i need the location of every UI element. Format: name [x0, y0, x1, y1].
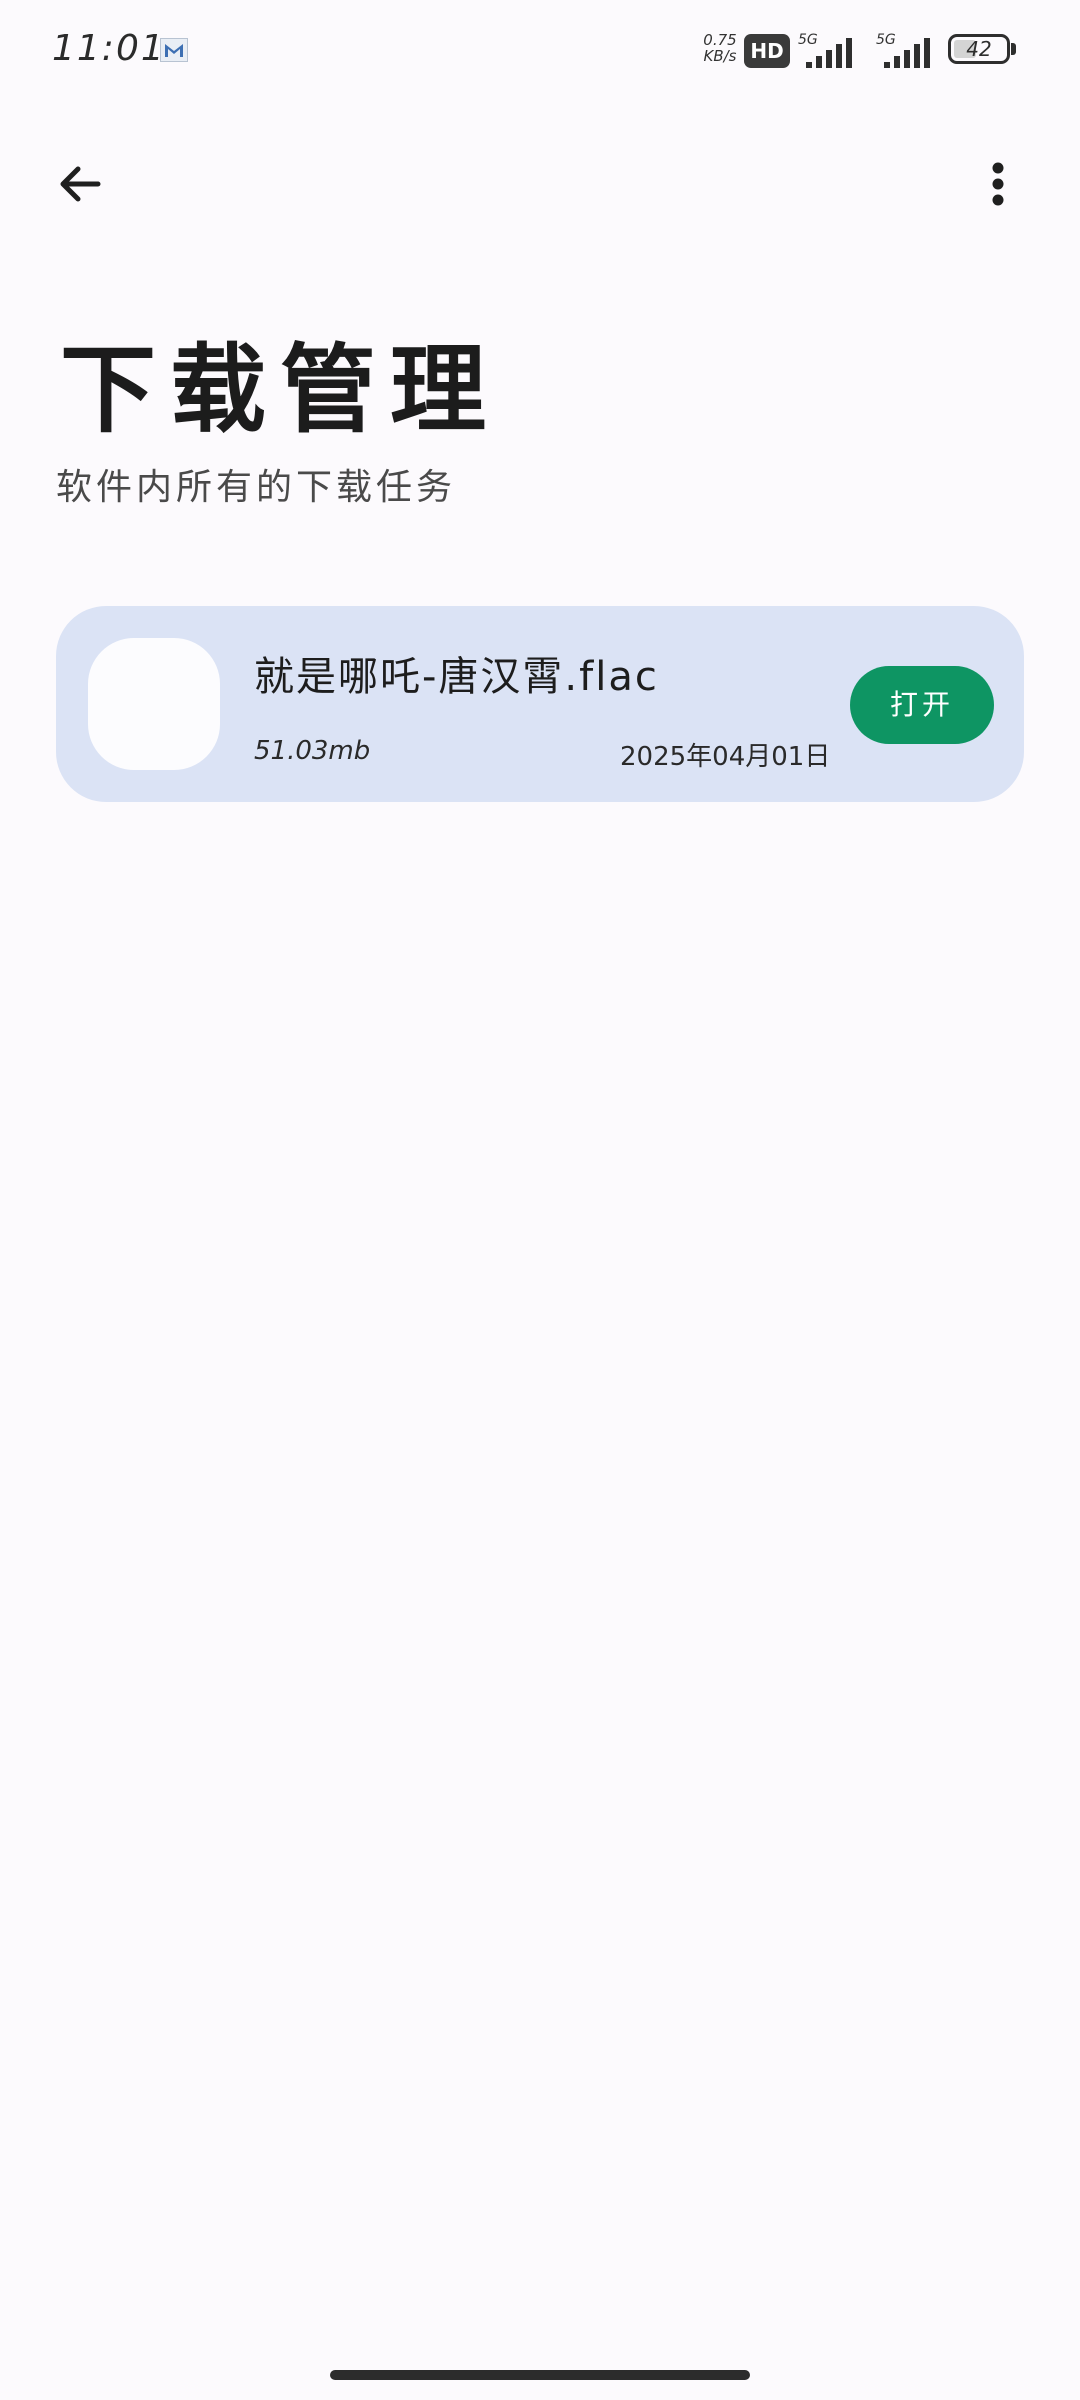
hd-voice-badge: HD — [744, 34, 790, 68]
more-vert-icon — [992, 162, 1004, 206]
download-date: 2025年04月01日 — [620, 742, 831, 772]
gmail-icon — [160, 38, 188, 62]
network-speed-value: 0.75 — [703, 31, 737, 49]
signal-strength-sim1-icon: 5G — [798, 32, 868, 68]
battery-icon: 42 — [948, 34, 1010, 64]
back-button[interactable] — [44, 148, 116, 220]
signal-strength-sim2-icon: 5G — [876, 32, 946, 68]
open-button[interactable]: 打开 — [850, 666, 994, 744]
battery-level: 42 — [966, 37, 992, 61]
page-subtitle: 软件内所有的下载任务 — [56, 467, 457, 508]
status-time: 11:01 — [52, 28, 166, 69]
network-speed: 0.75 KB/s — [696, 32, 744, 64]
home-indicator[interactable] — [330, 2370, 750, 2380]
arrow-left-icon — [60, 166, 101, 202]
network-speed-unit: KB/s — [703, 47, 737, 65]
file-size: 51.03mb — [254, 736, 371, 766]
file-name: 就是哪吒-唐汉霄.flac — [254, 654, 659, 700]
file-thumbnail — [88, 638, 220, 770]
battery-tip — [1011, 43, 1016, 55]
status-bar: 11:01 0.75 KB/s HD 5G 5G 42 — [0, 0, 1080, 100]
download-item[interactable]: 就是哪吒-唐汉霄.flac 51.03mb 2025年04月01日 打开 — [56, 606, 1024, 802]
page-title: 下载管理 — [60, 334, 500, 446]
more-options-button[interactable] — [962, 148, 1034, 220]
